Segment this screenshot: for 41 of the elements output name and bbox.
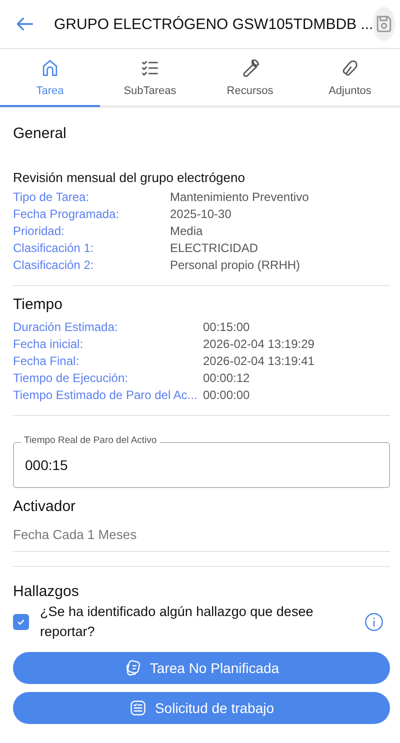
field-label: Tiempo Estimado de Paro del Ac... bbox=[13, 387, 198, 403]
trigger-text: Fecha Cada 1 Meses bbox=[13, 527, 138, 542]
field-value: Media bbox=[170, 223, 204, 239]
field-value: 00:00:12 bbox=[203, 370, 251, 386]
field-label: Fecha inicial: bbox=[13, 336, 84, 352]
field-value: 00:00:00 bbox=[203, 387, 251, 403]
tab[interactable]: Recursos bbox=[200, 49, 300, 107]
field-label: Tipo de Tarea: bbox=[13, 189, 90, 205]
field-value: 2026-02-04 13:19:29 bbox=[203, 336, 316, 352]
tab[interactable]: SubTareas bbox=[100, 49, 200, 107]
info-icon bbox=[364, 612, 384, 632]
section-heading: Tiempo bbox=[13, 296, 64, 313]
field-label: Tiempo de Ejecución: bbox=[13, 370, 129, 386]
field-value: Personal propio (RRHH) bbox=[170, 257, 302, 273]
field-label: Tiempo Real de Paro del Activo bbox=[21, 435, 160, 446]
action-button[interactable]: Tarea No Planificada bbox=[13, 652, 390, 684]
section-heading: Hallazgos bbox=[13, 583, 80, 600]
save-button[interactable] bbox=[373, 7, 396, 41]
tab[interactable]: Tarea bbox=[0, 49, 100, 107]
field-label: Clasificación 2: bbox=[13, 257, 95, 273]
section-heading: General bbox=[13, 125, 68, 142]
task-title: Revisión mensual del grupo electrógeno bbox=[13, 170, 246, 185]
list-icon bbox=[128, 699, 147, 717]
checkbox[interactable] bbox=[13, 614, 29, 630]
field-label: Clasificación 1: bbox=[13, 240, 95, 256]
field-value: 00:15:00 bbox=[203, 319, 251, 335]
cards-icon bbox=[124, 659, 142, 677]
action-button[interactable]: Solicitud de trabajo bbox=[13, 692, 390, 724]
field-value: 2025-10-30 bbox=[170, 206, 232, 222]
field-value: 2026-02-04 13:19:41 bbox=[203, 353, 316, 369]
field-label: Prioridad: bbox=[13, 223, 66, 239]
section-heading: Activador bbox=[13, 498, 77, 515]
field-label: Fecha Final: bbox=[13, 353, 80, 369]
tab[interactable]: Adjuntos bbox=[300, 49, 400, 107]
field-value: Mantenimiento Preventivo bbox=[170, 189, 310, 205]
field-label: Duración Estimada: bbox=[13, 319, 119, 335]
field-value: ELECTRICIDAD bbox=[170, 240, 260, 256]
field-label: Fecha Programada: bbox=[13, 206, 120, 222]
checkmark-icon bbox=[16, 617, 26, 627]
page-title: GRUPO ELECTRÓGENO GSW105TDMBDB ... bbox=[54, 16, 374, 32]
question-text: ¿Se ha identificado algún hallazgo que desee reportar? bbox=[40, 603, 314, 641]
